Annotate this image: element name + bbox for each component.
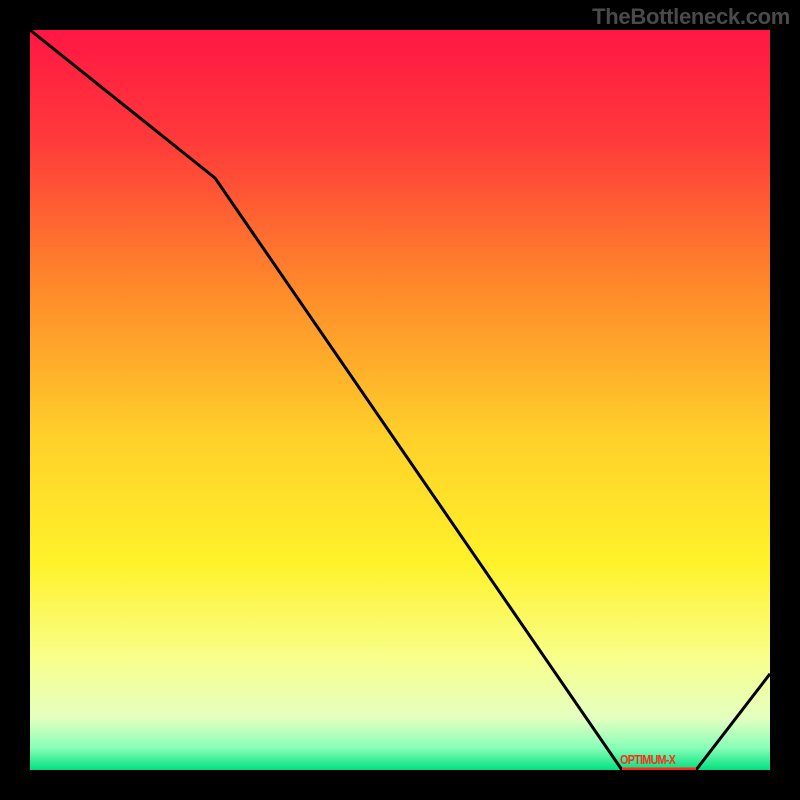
chart-container: TheBottleneck.com OPTIMUM-X: [0, 0, 800, 800]
optimum-label: OPTIMUM-X: [620, 752, 675, 767]
bottleneck-curve: [30, 30, 770, 770]
curve-layer: [30, 30, 770, 770]
watermark-text: TheBottleneck.com: [592, 4, 790, 30]
plot-area: OPTIMUM-X: [30, 30, 770, 770]
